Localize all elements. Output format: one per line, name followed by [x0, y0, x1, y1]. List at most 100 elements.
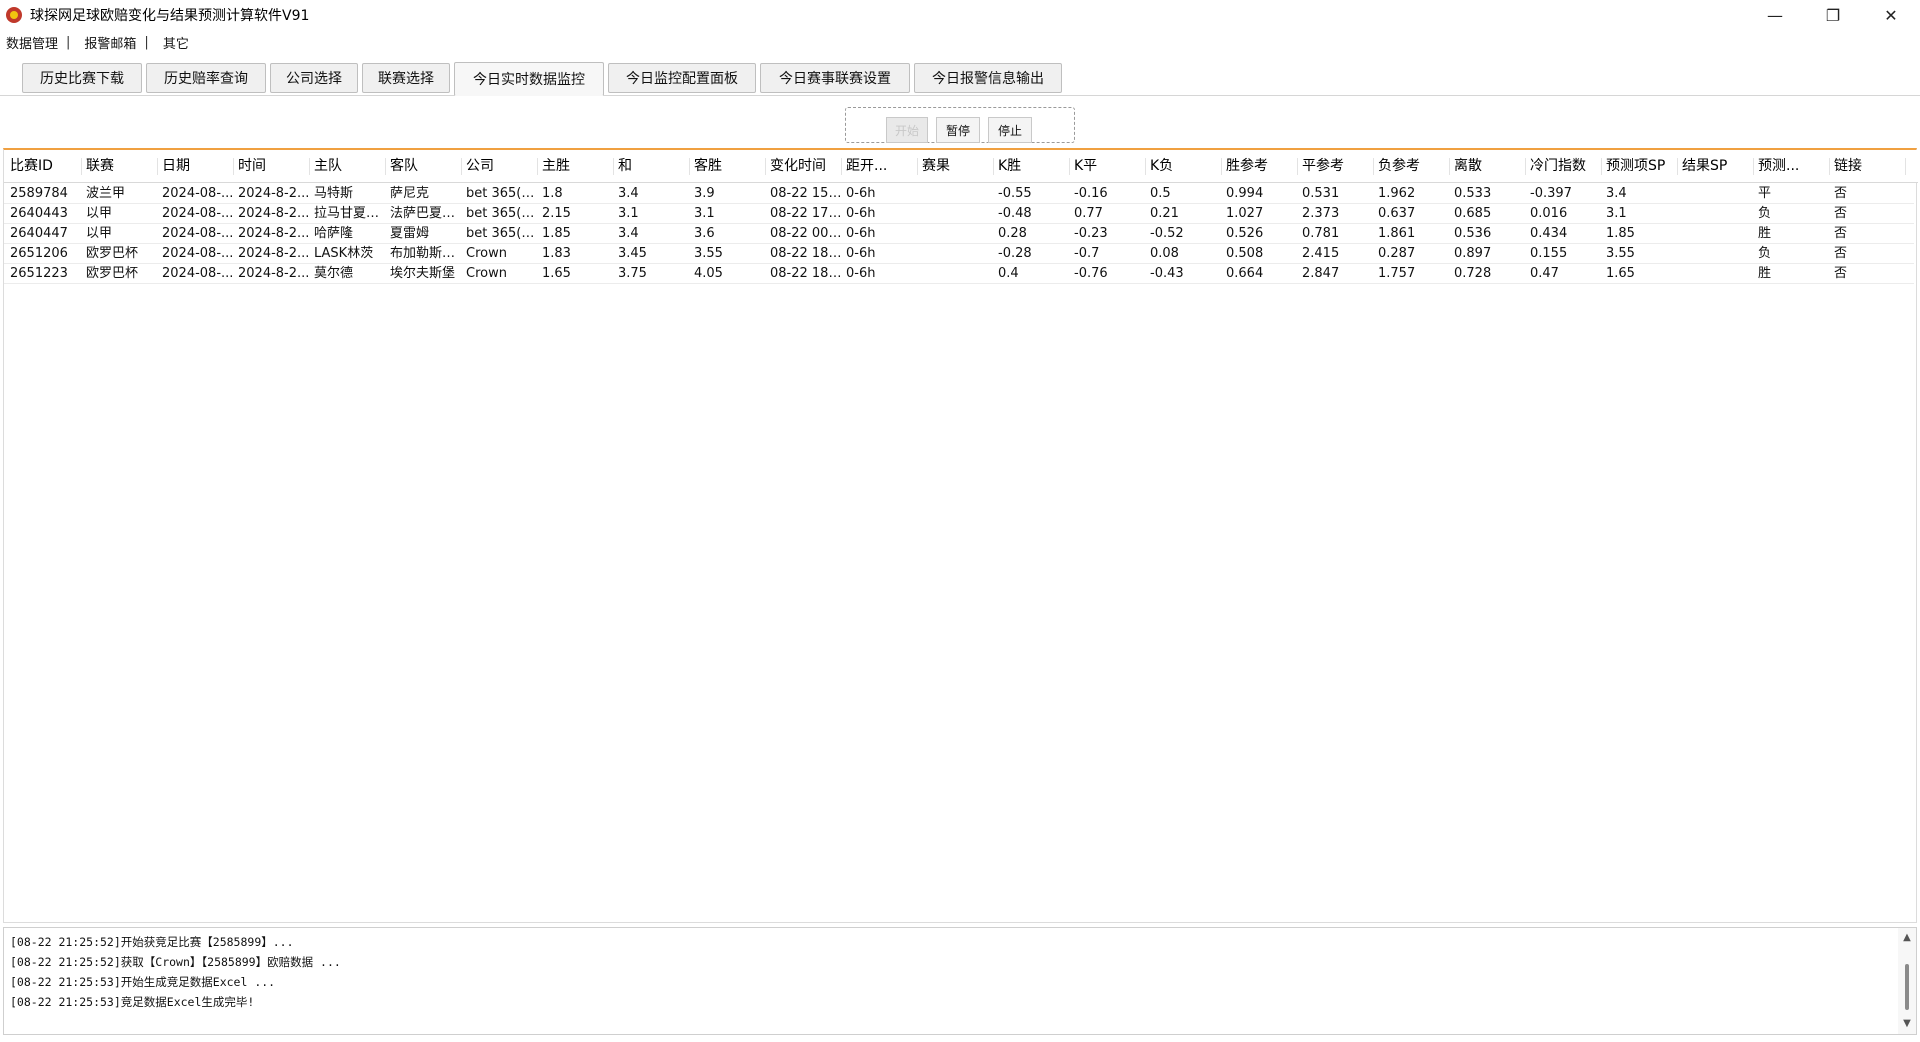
tab-monitor-config[interactable]: 今日监控配置面板 [608, 63, 756, 93]
tab-bar: 历史比赛下载 历史赔率查询 公司选择 联赛选择 今日实时数据监控 今日监控配置面… [0, 58, 1920, 96]
menu-data-management[interactable]: 数据管理 [6, 33, 58, 52]
log-line: [08-22 21:25:52]开始获竞足比赛【2585899】... [10, 935, 294, 949]
title-bar: 球探网足球欧赔变化与结果预测计算软件V91 — ❐ ✕ [0, 0, 1920, 30]
table-cell: 胜 [1758, 226, 1772, 241]
table-cell: 2024-08-... [162, 186, 234, 201]
menu-other[interactable]: 其它 [163, 33, 189, 52]
table-cell: LASK林茨 [314, 246, 374, 261]
tab-company-select[interactable]: 公司选择 [270, 63, 358, 93]
table-row[interactable]: 2640447 以甲 2024-08-... 2024-8-2... 哈萨隆 夏雷姆 bet… [4, 224, 1914, 244]
table-cell: -0.7 [1074, 246, 1100, 261]
column-header[interactable]: K平 [1070, 150, 1146, 183]
table-cell: 2024-8-2... [238, 266, 310, 281]
table-cell: Crown [466, 266, 507, 281]
column-header[interactable]: 比赛ID [6, 150, 82, 183]
column-header[interactable]: 主队 [310, 150, 386, 183]
tab-league-select[interactable]: 联赛选择 [362, 63, 450, 93]
table-cell: 0.28 [998, 226, 1027, 241]
table-cell: 0.21 [1150, 206, 1179, 221]
column-header[interactable]: 联赛 [82, 150, 158, 183]
tab-history-odds-query[interactable]: 历史赔率查询 [146, 63, 266, 93]
column-header[interactable]: 主胜 [538, 150, 614, 183]
restore-button[interactable]: ❐ [1804, 0, 1862, 30]
table-cell: 2.415 [1302, 246, 1340, 261]
table-cell: 3.55 [694, 246, 723, 261]
column-header[interactable]: 冷门指数 [1526, 150, 1602, 183]
table-cell: 0.508 [1226, 246, 1264, 261]
column-header[interactable]: 胜参考 [1222, 150, 1298, 183]
tab-history-download[interactable]: 历史比赛下载 [22, 63, 142, 93]
table-cell: 1.962 [1378, 186, 1416, 201]
column-header[interactable]: 离散 [1450, 150, 1526, 183]
column-header[interactable]: K胜 [994, 150, 1070, 183]
table-cell: 08-22 15:... [770, 186, 842, 201]
table-cell: 1.65 [1606, 266, 1635, 281]
table-cell: 0.897 [1454, 246, 1492, 261]
table-cell: 0.287 [1378, 246, 1416, 261]
table-cell: 0.5 [1150, 186, 1171, 201]
match-data-table: 比赛ID 联赛 日期 时间 主队 客队 公司 主胜和客胜 变化时间 距开... 赛果 K胜 K平 K负 胜参… [3, 148, 1918, 923]
table-cell: 2024-8-2... [238, 206, 310, 221]
tab-league-settings[interactable]: 今日赛事联赛设置 [760, 63, 910, 93]
column-header[interactable]: 链接 [1830, 150, 1906, 183]
table-row[interactable]: 2640443 以甲 2024-08-... 2024-8-2... 拉马甘夏普... 法… [4, 204, 1914, 224]
table-cell: 0-6h [846, 206, 876, 221]
table-cell [1680, 244, 1754, 264]
column-header[interactable]: 客队 [386, 150, 462, 183]
app-logo-icon [6, 7, 22, 23]
stop-button[interactable]: 停止 [988, 117, 1032, 143]
table-cell: -0.28 [998, 246, 1032, 261]
menu-separator: | [66, 34, 71, 50]
table-cell: -0.76 [1074, 266, 1108, 281]
scroll-up-icon[interactable]: ▲ [1898, 930, 1916, 946]
table-row[interactable]: 2651206 欧罗巴杯 2024-08-... 2024-8-2... LASK林茨 布… [4, 244, 1914, 264]
column-header[interactable]: 平参考 [1298, 150, 1374, 183]
table-cell: 1.85 [1606, 226, 1635, 241]
table-cell: -0.55 [998, 186, 1032, 201]
menu-alarm-email[interactable]: 报警邮箱 [84, 33, 136, 52]
column-header[interactable]: 结果SP [1678, 150, 1754, 183]
table-cell: 0.685 [1454, 206, 1492, 221]
table-cell: -0.16 [1074, 186, 1108, 201]
table-cell: 1.757 [1378, 266, 1416, 281]
column-header[interactable]: 时间 [234, 150, 310, 183]
scroll-down-icon[interactable]: ▼ [1898, 1016, 1916, 1032]
table-cell: 08-22 00:... [770, 226, 842, 241]
close-button[interactable]: ✕ [1862, 0, 1920, 30]
table-cell: 0-6h [846, 266, 876, 281]
pause-button[interactable]: 暂停 [936, 117, 980, 143]
start-button[interactable]: 开始 [886, 117, 928, 143]
column-header[interactable]: 预测... [1754, 150, 1830, 183]
column-header[interactable]: 预测项SP [1602, 150, 1678, 183]
table-cell: 莫尔德 [314, 266, 354, 281]
column-header[interactable]: 和 [614, 150, 690, 183]
table-cell: 0.533 [1454, 186, 1492, 201]
table-cell: bet 365(英... [466, 226, 538, 241]
column-header[interactable]: 公司 [462, 150, 538, 183]
column-header[interactable]: K负 [1146, 150, 1222, 183]
column-header[interactable]: 距开... [842, 150, 918, 183]
column-header[interactable]: 负参考 [1374, 150, 1450, 183]
table-cell: 3.9 [694, 186, 715, 201]
monitor-control-group: 开始 暂停 停止 [845, 107, 1075, 143]
table-cell: bet 365(英... [466, 206, 538, 221]
log-line: [08-22 21:25:53]开始生成竞足数据Excel ... [10, 975, 276, 989]
tab-alarm-output[interactable]: 今日报警信息输出 [914, 63, 1062, 93]
table-cell: 拉马甘夏普... [314, 206, 386, 221]
column-header[interactable]: 日期 [158, 150, 234, 183]
column-header[interactable]: 赛果 [918, 150, 994, 183]
table-row[interactable]: 2651223 欧罗巴杯 2024-08-... 2024-8-2... 莫尔德 埃尔夫斯… [4, 264, 1914, 284]
table-cell: 否 [1834, 246, 1848, 261]
scroll-thumb[interactable] [1905, 964, 1909, 1010]
tab-realtime-monitor[interactable]: 今日实时数据监控 [454, 62, 604, 96]
table-cell: 2651223 [10, 266, 68, 281]
minimize-button[interactable]: — [1746, 0, 1804, 30]
log-scrollbar[interactable]: ▲ ▼ [1898, 928, 1916, 1034]
table-cell: 波兰甲 [86, 186, 126, 201]
log-panel[interactable]: [08-22 21:25:52]开始获竞足比赛【2585899】... [08-… [3, 927, 1917, 1035]
table-cell: 3.75 [618, 266, 647, 281]
column-header[interactable]: 变化时间 [766, 150, 842, 183]
table-row[interactable]: 2589784 波兰甲 2024-08-... 2024-8-2... 马特斯 萨尼克 be… [4, 184, 1914, 204]
column-header[interactable]: 客胜 [690, 150, 766, 183]
table-cell: -0.23 [1074, 226, 1108, 241]
